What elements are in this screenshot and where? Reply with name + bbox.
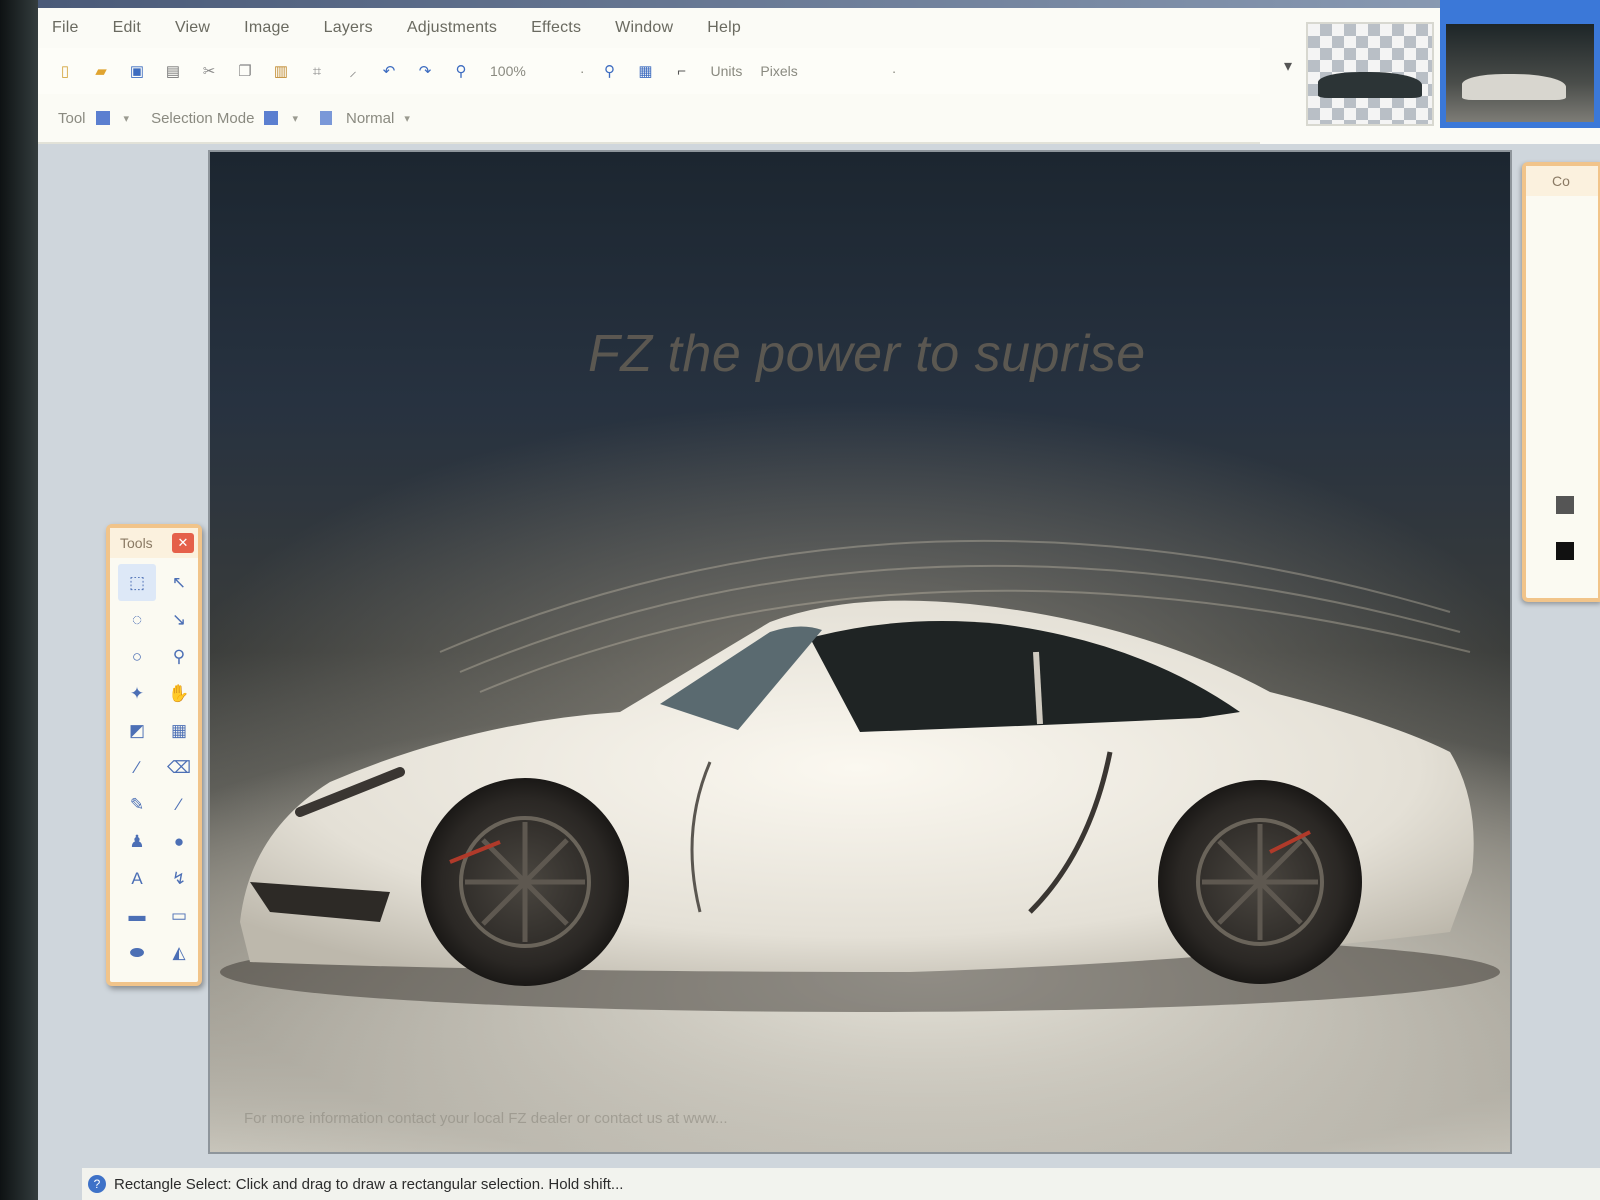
- undo-icon[interactable]: ↶: [378, 60, 400, 82]
- canvas-tagline: FZ the power to suprise: [588, 325, 1146, 383]
- front-wheel: [421, 778, 629, 986]
- colors-window: Co: [1522, 162, 1600, 602]
- tool-text-icon[interactable]: A: [118, 860, 156, 897]
- tool-recolor-icon[interactable]: ●: [160, 823, 198, 860]
- colors-window-title[interactable]: Co: [1526, 166, 1598, 196]
- copy-icon[interactable]: ❐: [234, 60, 256, 82]
- menu-file[interactable]: File: [52, 19, 79, 37]
- tool-line-curve-icon[interactable]: ↯: [160, 860, 198, 897]
- image-canvas[interactable]: FZ the power to suprise For more informa…: [210, 152, 1510, 1152]
- app-window: File Edit View Image Layers Adjustments …: [38, 0, 1600, 1200]
- menu-window[interactable]: Window: [615, 19, 673, 37]
- tool-move-selection-icon[interactable]: ↖: [160, 564, 198, 601]
- image-tab-2-active[interactable]: [1440, 0, 1600, 128]
- status-bar: ? Rectangle Select: Click and drag to dr…: [82, 1168, 1600, 1200]
- tools-window-title: Tools: [120, 535, 153, 551]
- tool-label: Tool: [58, 109, 86, 127]
- status-text: Rectangle Select: Click and drag to draw…: [114, 1175, 624, 1193]
- tool-gradient-icon[interactable]: ▦: [160, 712, 198, 749]
- tool-paint-bucket-icon[interactable]: ◩: [118, 712, 156, 749]
- selection-mode-label: Selection Mode: [151, 109, 255, 127]
- tool-rectangle-select-icon[interactable]: ⬚: [118, 564, 156, 601]
- tool-freeform-shape-icon[interactable]: ◭: [160, 934, 198, 971]
- save-icon[interactable]: ▣: [126, 60, 148, 82]
- tools-grid: ⬚ ↖ ◌ ↘ ○ ⚲ ✦ ✋ ◩ ▦ ∕ ⌫ ✎ ⁄ ♟ ● A ↯ ▬ ▭ ⬬ ◭: [110, 558, 198, 977]
- selection-mode-icon[interactable]: [264, 111, 279, 125]
- tool-color-picker-icon[interactable]: ⁄: [160, 786, 198, 823]
- tool-pan-icon[interactable]: ✋: [160, 675, 198, 712]
- tools-window: Tools ✕ ⬚ ↖ ◌ ↘ ○ ⚲ ✦ ✋ ◩ ▦ ∕ ⌫ ✎ ⁄ ♟ ● A ↯ ▬ ▭ ⬬ ◭: [106, 524, 202, 986]
- menu-help[interactable]: Help: [707, 19, 741, 37]
- tool-rectangle-icon[interactable]: ▬: [118, 897, 156, 934]
- blend-mode-select[interactable]: Normal: [346, 110, 394, 127]
- tab-list-icon[interactable]: ▾: [1284, 56, 1292, 76]
- tool-eraser-icon[interactable]: ⌫: [160, 749, 198, 786]
- thumbnail-car-image: [1446, 24, 1594, 122]
- units-select[interactable]: Pixels: [760, 63, 797, 79]
- tool-ellipse-select-icon[interactable]: ○: [118, 638, 156, 675]
- menu-layers[interactable]: Layers: [324, 19, 373, 37]
- zoom-out-icon[interactable]: ⚲: [598, 60, 620, 82]
- monitor-bezel: [0, 0, 42, 1200]
- tool-paintbrush-icon[interactable]: ∕: [118, 749, 156, 786]
- new-file-icon[interactable]: ▯: [54, 60, 76, 82]
- tool-lasso-select-icon[interactable]: ◌: [118, 601, 156, 638]
- deselect-icon[interactable]: ⸝: [342, 60, 364, 82]
- tool-ellipse-icon[interactable]: ⬬: [118, 934, 156, 971]
- menu-bar: File Edit View Image Layers Adjustments …: [38, 8, 1298, 48]
- zoom-dropdown-arrow[interactable]: ·: [580, 63, 585, 79]
- car-windows: [810, 621, 1240, 732]
- tool-move-selected-icon[interactable]: ↘: [160, 601, 198, 638]
- tools-window-titlebar[interactable]: Tools ✕: [110, 528, 198, 558]
- zoom-level[interactable]: 100%: [490, 63, 526, 79]
- rear-wheel: [1158, 780, 1362, 984]
- menu-view[interactable]: View: [175, 19, 210, 37]
- thumbnail-car-image: [1318, 72, 1422, 98]
- menu-adjustments[interactable]: Adjustments: [407, 19, 497, 37]
- tool-selector-icon[interactable]: [95, 111, 110, 125]
- crop-icon[interactable]: ⌗: [306, 60, 328, 82]
- blend-mode-dropdown-arrow[interactable]: ▾: [404, 112, 410, 125]
- title-bar: [38, 0, 1600, 8]
- tool-clone-stamp-icon[interactable]: ♟: [118, 823, 156, 860]
- b-pillar: [1033, 651, 1043, 725]
- tool-magic-wand-icon[interactable]: ✦: [118, 675, 156, 712]
- blend-mode-icon: [320, 111, 332, 125]
- units-dropdown-arrow[interactable]: ·: [892, 63, 897, 79]
- secondary-color-swatch[interactable]: [1556, 542, 1574, 560]
- help-icon: ?: [88, 1175, 106, 1193]
- tool-rounded-rectangle-icon[interactable]: ▭: [160, 897, 198, 934]
- tool-zoom-icon[interactable]: ⚲: [160, 638, 198, 675]
- tool-options-bar: Tool ▾ Selection Mode ▾ Normal ▾: [38, 94, 1298, 144]
- car-illustration: [220, 539, 1500, 1012]
- tool-dropdown-arrow[interactable]: ▾: [124, 112, 130, 125]
- open-folder-icon[interactable]: ▰: [90, 60, 112, 82]
- grid-icon[interactable]: ▦: [634, 60, 656, 82]
- menu-effects[interactable]: Effects: [531, 19, 581, 37]
- close-icon[interactable]: ✕: [172, 533, 194, 553]
- thumbnail-car-shape: [1462, 74, 1566, 100]
- main-toolbar: ▯ ▰ ▣ ▤ ✂ ❐ ▥ ⌗ ⸝ ↶ ↷ ⚲ 100% · ⚲ ▦ ⌐ Uni…: [38, 48, 1298, 94]
- canvas-footer-text: For more information contact your local …: [244, 1110, 728, 1127]
- image-tab-1[interactable]: [1306, 22, 1434, 126]
- menu-edit[interactable]: Edit: [113, 19, 141, 37]
- units-label: Units: [710, 63, 743, 79]
- redo-icon[interactable]: ↷: [414, 60, 436, 82]
- paste-icon[interactable]: ▥: [270, 60, 292, 82]
- ruler-icon[interactable]: ⌐: [670, 60, 692, 82]
- menu-image[interactable]: Image: [244, 19, 289, 37]
- print-icon[interactable]: ▤: [162, 60, 184, 82]
- tool-pencil-icon[interactable]: ✎: [118, 786, 156, 823]
- cut-icon[interactable]: ✂: [198, 60, 220, 82]
- selection-mode-dropdown-arrow[interactable]: ▾: [292, 112, 298, 125]
- zoom-in-icon[interactable]: ⚲: [450, 60, 472, 82]
- primary-color-swatch[interactable]: [1556, 496, 1574, 514]
